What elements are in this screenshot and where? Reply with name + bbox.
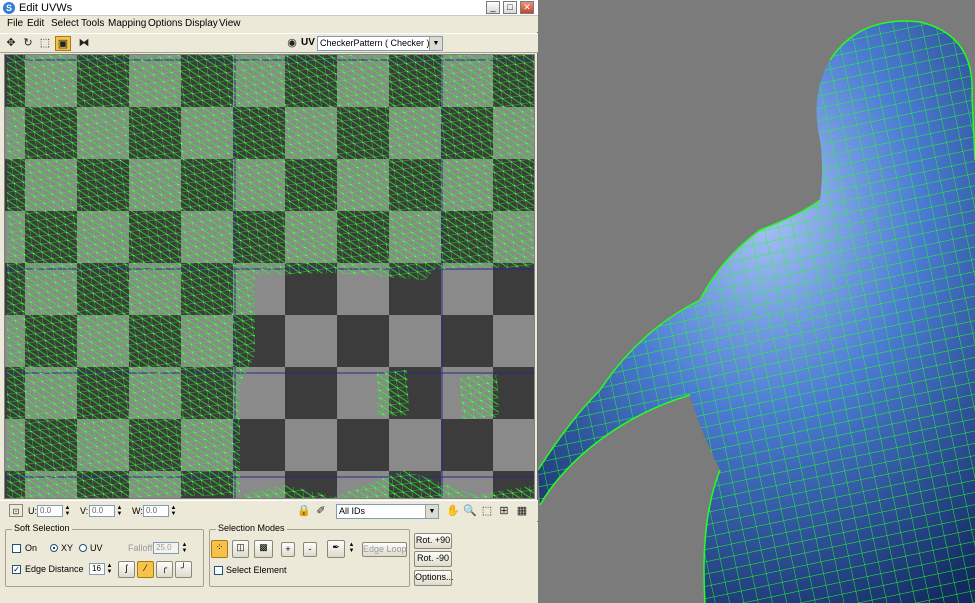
pan-icon[interactable]: ✋ (445, 504, 461, 519)
edge-distance-spinner[interactable]: ▲ ▼ (106, 563, 113, 575)
u-field[interactable]: 0.0 (37, 505, 63, 517)
u-spinner[interactable]: ▲ ▼ (64, 505, 71, 517)
u-label: U: (28, 506, 37, 516)
edge-distance-field[interactable]: 16 (89, 563, 105, 575)
edge-distance-label: Edge Distance (25, 564, 84, 574)
soft-selection-on-label: On (25, 543, 38, 553)
xy-radio[interactable] (50, 544, 58, 552)
edge-distance-checkbox[interactable]: ✓ (12, 565, 21, 574)
falloff-field[interactable]: 25.0 (153, 542, 179, 554)
selection-modes-group: Selection Modes ⁘ ◫ ▩ + - ✒ ▲ ▼ Edge Loop… (209, 523, 410, 587)
face-mode-icon[interactable]: ▩ (254, 540, 273, 558)
w-spinner[interactable]: ▲ ▼ (170, 505, 177, 517)
status-bar (0, 592, 538, 603)
v-spinner[interactable]: ▲ ▼ (116, 505, 123, 517)
lock-icon[interactable]: 🔒 (296, 504, 312, 519)
show-map-icon[interactable]: ◉ (284, 36, 300, 51)
selection-modes-title: Selection Modes (216, 523, 287, 534)
app-icon: S (3, 2, 15, 14)
toolbar: ✥ ↻ ⬚ ▣ ⧓ ◉ UV CheckerPattern ( Checker … (0, 33, 538, 53)
filter-icon[interactable]: ▦ (514, 504, 530, 519)
mirror-icon[interactable]: ⧓ (76, 36, 92, 51)
xy-label: XY (61, 543, 74, 553)
menu-mapping[interactable]: Mapping (108, 18, 146, 30)
falloff-spinner[interactable]: ▲ ▼ (181, 542, 188, 554)
zoom-icon[interactable]: 🔍 (462, 504, 478, 519)
soft-selection-group: Soft Selection On XY UV Falloff: 25.0 ▲ ▼… (5, 523, 204, 587)
edge-loop-spinner[interactable]: ▲ ▼ (348, 542, 355, 554)
minimize-button[interactable]: _ (486, 1, 500, 14)
absolute-offset-icon[interactable]: ⊡ (9, 504, 23, 517)
falloff-fast-out-icon[interactable]: ╯ (175, 561, 192, 578)
rotate-plus-90-button[interactable]: Rot. +90 (414, 533, 452, 549)
v-field[interactable]: 0.0 (89, 505, 115, 517)
w-label: W: (132, 506, 143, 516)
freeform-icon[interactable]: ▣ (55, 36, 71, 51)
bottom-panel: Soft Selection On XY UV Falloff: 25.0 ▲ ▼… (0, 522, 538, 603)
edge-mode-icon[interactable]: ◫ (232, 540, 249, 558)
uv-editor-canvas[interactable] (4, 54, 535, 499)
menu-view[interactable]: View (219, 18, 241, 30)
menu-file[interactable]: File (7, 18, 23, 30)
options-button[interactable]: Options... (414, 570, 454, 586)
title-bar[interactable]: S Edit UVWs _ □ ✕ (0, 0, 538, 16)
move-icon[interactable]: ✥ (3, 36, 19, 51)
uv-checker-grid (5, 55, 534, 498)
vertex-mode-icon[interactable]: ⁘ (211, 540, 228, 558)
select-element-label: Select Element (226, 565, 287, 575)
edge-loop-button[interactable]: Edge Loop (362, 542, 407, 557)
rotate-minus-90-button[interactable]: Rot. -90 (414, 551, 452, 567)
uv-radio[interactable] (79, 544, 87, 552)
zoom-extents-icon[interactable]: ⊞ (496, 504, 512, 519)
falloff-label: Falloff: (128, 543, 155, 553)
v-label: V: (80, 506, 89, 516)
w-field[interactable]: 0.0 (143, 505, 169, 517)
falloff-linear-icon[interactable]: ⁄ (137, 561, 154, 578)
falloff-slow-out-icon[interactable]: ╭ (156, 561, 173, 578)
rotate-icon[interactable]: ↻ (20, 36, 36, 51)
shrink-selection-button[interactable]: - (303, 542, 317, 557)
window-title: Edit UVWs (19, 2, 73, 14)
material-id-select[interactable]: All IDs ▼ (336, 504, 439, 519)
soft-selection-on-checkbox[interactable] (12, 544, 21, 553)
edge-loop-brush-icon[interactable]: ✒ (327, 540, 345, 558)
falloff-smooth-icon[interactable]: ʃ (118, 561, 135, 578)
uv-radio-label: UV (90, 543, 103, 553)
select-element-checkbox[interactable] (214, 566, 223, 575)
menu-display[interactable]: Display (185, 18, 218, 30)
material-id-select-value: All IDs (339, 506, 366, 516)
texture-select[interactable]: CheckerPattern ( Checker ) ▼ (317, 36, 443, 51)
close-button[interactable]: ✕ (520, 1, 534, 14)
paint-select-icon[interactable]: ✐ (313, 504, 329, 519)
texture-select-value: CheckerPattern ( Checker ) (320, 38, 430, 48)
menu-options[interactable]: Options (148, 18, 182, 30)
menu-bar: File Edit Select Tools Mapping Options D… (0, 16, 538, 32)
zoom-region-icon[interactable]: ⬚ (479, 504, 495, 519)
scale-icon[interactable]: ⬚ (37, 36, 53, 51)
maximize-button[interactable]: □ (503, 1, 517, 14)
coordinate-bar: ⊡ U: 0.0 ▲ ▼ V: 0.0 ▲ ▼ W: 0.0 ▲ ▼ 🔒 ✐ All … (0, 500, 538, 521)
uv-label: UV (301, 37, 315, 48)
menu-select[interactable]: Select (51, 18, 79, 30)
soft-selection-title: Soft Selection (12, 523, 72, 534)
menu-edit[interactable]: Edit (27, 18, 44, 30)
chevron-down-icon[interactable]: ▼ (429, 37, 442, 50)
menu-tools[interactable]: Tools (81, 18, 104, 30)
grow-selection-button[interactable]: + (281, 542, 295, 557)
edit-uvws-window: S Edit UVWs _ □ ✕ File Edit Select Tools… (0, 0, 538, 603)
chevron-down-icon[interactable]: ▼ (425, 505, 438, 518)
